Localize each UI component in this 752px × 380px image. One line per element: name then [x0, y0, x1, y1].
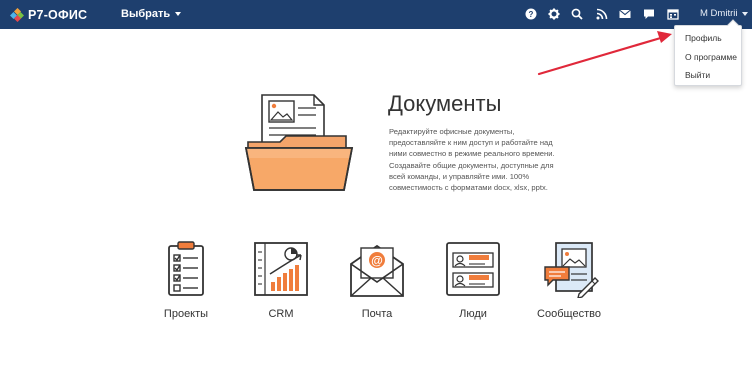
annotation-arrow [537, 31, 672, 76]
projects-icon [168, 241, 204, 296]
crm-icon [254, 242, 308, 296]
module-label: Сообщество [537, 308, 601, 320]
user-name: M Dmitrii [700, 8, 738, 19]
mail-envelope-icon: @ [350, 244, 404, 297]
top-bar-icons: ? [0, 7, 752, 23]
module-label: CRM [268, 308, 294, 320]
module-people[interactable]: Люди [433, 240, 513, 320]
start-page: Р7-ОФИС Выбрать ? M Dmitrii Профиль О пр… [0, 0, 752, 380]
people-icon [446, 242, 500, 296]
module-community[interactable]: Сообщество [529, 240, 609, 320]
top-bar: Р7-ОФИС Выбрать ? M Dmitrii [0, 0, 752, 29]
chevron-down-icon [742, 11, 749, 16]
module-projects[interactable]: Проекты [146, 240, 226, 320]
community-icon [544, 242, 599, 298]
menu-item-profile[interactable]: Профиль [685, 33, 722, 43]
svg-text:?: ? [529, 10, 534, 19]
user-dropdown-menu: Профиль О программе Выйти [674, 19, 742, 86]
module-label: Люди [459, 308, 487, 320]
settings-icon[interactable] [547, 7, 561, 21]
module-label: Проекты [163, 308, 209, 320]
module-mail[interactable]: @ Почта [337, 240, 417, 320]
search-icon[interactable] [570, 7, 584, 21]
feed-icon[interactable] [595, 7, 609, 21]
chat-icon[interactable] [642, 7, 656, 21]
calendar-icon[interactable] [666, 7, 680, 21]
help-icon[interactable]: ? [524, 7, 538, 21]
svg-text:@: @ [371, 254, 383, 268]
user-menu-toggle[interactable]: M Dmitrii [700, 8, 749, 19]
menu-item-about[interactable]: О программе [685, 52, 737, 62]
page-title: Документы [388, 91, 502, 116]
documents-illustration[interactable] [240, 90, 360, 195]
product-description: Редактируйте офисные документы, предоста… [389, 127, 555, 193]
mail-icon[interactable] [618, 7, 632, 21]
menu-item-logout[interactable]: Выйти [685, 70, 710, 80]
module-crm[interactable]: CRM [241, 240, 321, 320]
module-label: Почта [361, 308, 393, 320]
